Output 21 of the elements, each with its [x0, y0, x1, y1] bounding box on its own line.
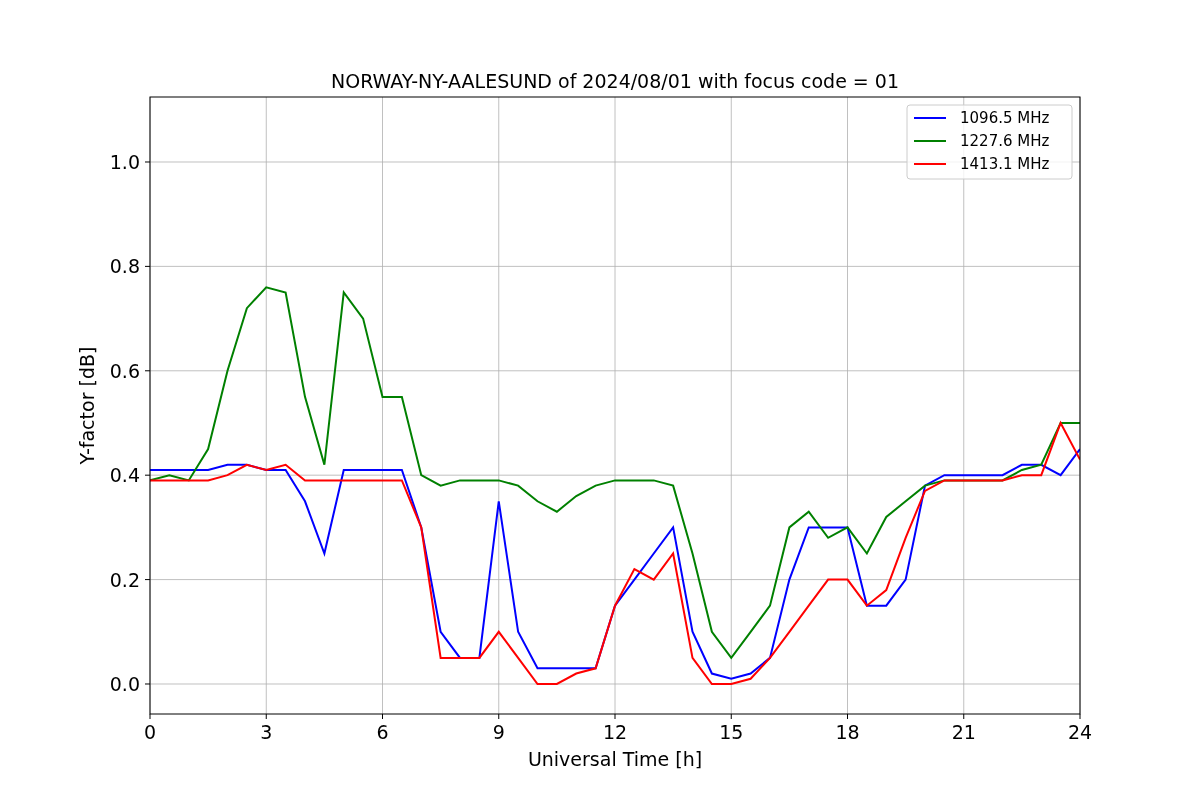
chart-title: NORWAY-NY-AALESUND of 2024/08/01 with focus code = 01: [331, 70, 899, 92]
tick-label: 6: [376, 721, 389, 743]
tick-label: 0.0: [109, 673, 140, 695]
tick-label: 24: [1067, 721, 1093, 743]
legend-label: 1227.6 MHz: [960, 132, 1050, 150]
tick-label: 0.8: [109, 255, 140, 278]
axis-label: Y-factor [dB]: [76, 346, 98, 465]
tick-label: 15: [719, 721, 744, 743]
tick-label: 0.4: [109, 464, 140, 487]
legend-label: 1096.5 MHz: [960, 109, 1050, 127]
tick-label: 18: [835, 721, 860, 743]
legend-label: 1413.1 MHz: [960, 155, 1050, 173]
tick-label: 1.0: [109, 151, 140, 173]
tick-label: 3: [260, 721, 273, 743]
tick-label: 0: [143, 721, 157, 743]
tick-label: 12: [602, 721, 628, 743]
tick-label: 21: [951, 721, 976, 743]
tick-label: 0.2: [109, 568, 140, 591]
tick-label: 0.6: [109, 359, 140, 382]
axis-label: Universal Time [h]: [527, 748, 703, 770]
tick-label: 9: [492, 721, 505, 743]
